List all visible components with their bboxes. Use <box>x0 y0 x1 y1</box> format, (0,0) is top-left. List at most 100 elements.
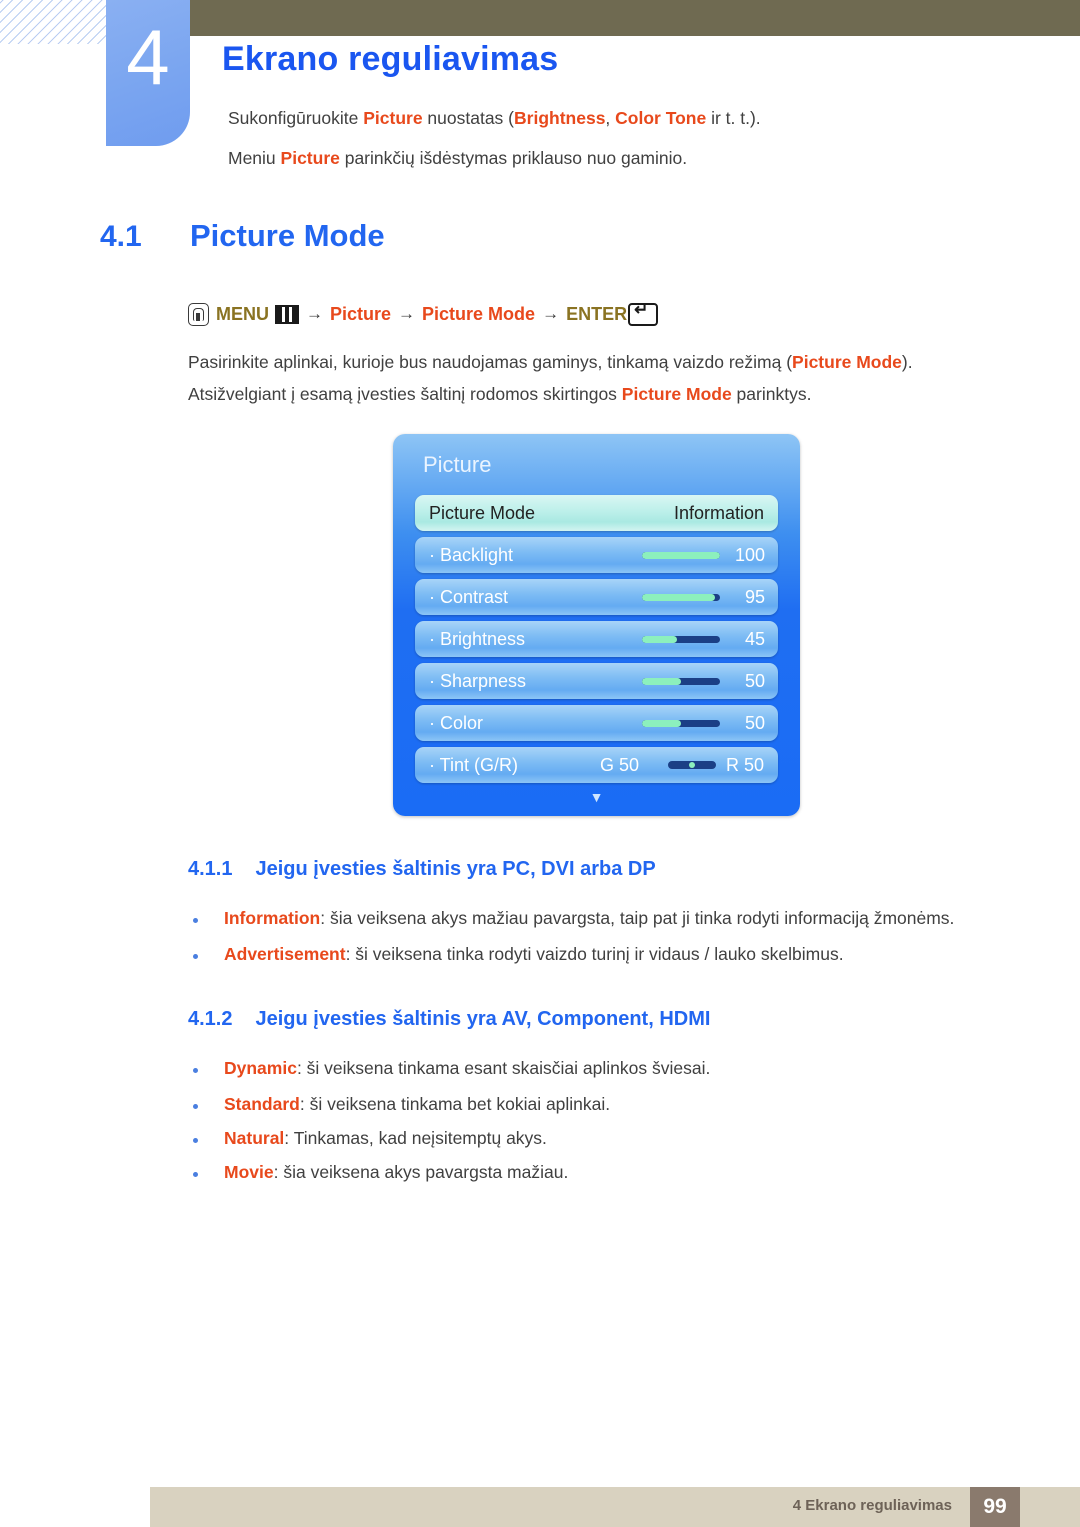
keyword-picture-2: Picture <box>280 148 340 168</box>
osd-slider-value: 100 <box>734 544 765 565</box>
osd-slider-value: 50 <box>744 712 765 733</box>
osd-slider-value: 50 <box>744 670 765 691</box>
chapter-number-tab: 4 <box>106 0 190 146</box>
description-line-2: Atsižvelgiant į esamą įvesties šaltinį r… <box>188 384 811 405</box>
menu-grid-icon <box>275 304 299 324</box>
keyword-color-tone: Color Tone <box>615 108 707 128</box>
list-item: Movie: šia veiksena akys pavargsta mažia… <box>188 1162 568 1183</box>
osd-slider-fill <box>642 719 681 727</box>
osd-slider-fill <box>642 635 678 643</box>
menu-label: MENU <box>216 303 269 324</box>
intro-text-a: Sukonfigūruokite <box>228 108 364 128</box>
osd-row-label: · Color <box>429 712 484 733</box>
osd-row[interactable]: · Brightness 45 <box>415 621 778 657</box>
osd-row-label: Picture Mode <box>429 502 536 523</box>
osd-title: Picture <box>423 452 492 477</box>
osd-menu-panel: Picture Picture Mode Information · Backlig… <box>393 434 800 816</box>
page-title: Ekrano reguliavimas <box>222 40 559 78</box>
osd-row-label: · Brightness <box>429 628 526 649</box>
bullet-term: Advertisement <box>224 944 346 964</box>
osd-row-label: · Sharpness <box>429 670 527 691</box>
osd-row[interactable]: · Sharpness 50 <box>415 663 778 699</box>
bullet-term: Dynamic <box>224 1058 297 1078</box>
chapter-number: 4 <box>126 13 170 101</box>
keyword-brightness: Brightness <box>514 108 606 128</box>
subsection-heading-411: 4.1.1 Jeigu įvesties šaltinis yra PC, DVI… <box>188 858 656 881</box>
intro-text-b: nuostatas ( <box>422 108 515 128</box>
bullet-desc: : ši veiksena tinkama esant skaisčiai ap… <box>296 1058 711 1078</box>
list-item: Information: šia veiksena akys mažiau pa… <box>188 908 954 929</box>
list-item: Advertisement: ši veiksena tinka rodyti … <box>188 944 844 965</box>
osd-slider-fill <box>642 593 715 601</box>
section-title: Picture Mode <box>190 218 385 253</box>
menu-path: MENU → Picture → Picture Mode → ENTER <box>188 300 659 328</box>
osd-slider-track[interactable] <box>642 677 720 685</box>
bullet-term: Standard <box>224 1094 300 1114</box>
subsection-title-411: Jeigu įvesties šaltinis yra PC, DVI arba… <box>255 858 656 880</box>
osd-row-list: Picture Mode Information · Backlight 100 · C… <box>415 495 778 789</box>
list-item: Standard: ši veiksena tinkama bet kokiai… <box>188 1094 610 1115</box>
subsection-number-412: 4.1.2 <box>188 1008 233 1030</box>
enter-label: ENTER <box>566 303 628 324</box>
list-item: Natural: Tinkamas, kad neįsitemptų akys. <box>188 1128 547 1149</box>
arrow-icon-3: → <box>542 304 560 323</box>
osd-row[interactable]: · Color 50 <box>415 705 778 741</box>
desc1-text-b: ). <box>901 352 913 372</box>
osd-row[interactable]: Picture Mode Information <box>415 495 778 531</box>
osd-tint-slider[interactable] <box>668 761 716 769</box>
osd-row-label: · Contrast <box>429 586 509 607</box>
intro-paragraph-2: Meniu Picture parinkčių išdėstymas prikl… <box>228 148 687 169</box>
subsection-title-412: Jeigu įvesties šaltinis yra AV, Componen… <box>255 1008 711 1030</box>
desc2-text-b: parinktys. <box>731 384 812 404</box>
section-number: 4.1 <box>100 220 142 253</box>
enter-key-icon <box>628 300 659 326</box>
arrow-icon-2: → <box>398 304 416 323</box>
bullet-desc: : šia veiksena akys mažiau pavargsta, ta… <box>320 908 955 928</box>
keyword-picture-mode-1: Picture Mode <box>792 352 902 372</box>
osd-row-label: · Tint (G/R) <box>429 754 518 775</box>
bullet-term: Movie <box>224 1162 274 1182</box>
bullet-desc: : šia veiksena akys pavargsta mažiau. <box>273 1162 569 1182</box>
bullet-term: Natural <box>224 1128 285 1148</box>
osd-slider-value: 45 <box>744 628 765 649</box>
subsection-number-411: 4.1.1 <box>188 858 233 880</box>
menu-path-step-picture: Picture <box>330 303 392 324</box>
bullet-desc: : ši veiksena tinka rodyti vaizdo turinį… <box>345 944 844 964</box>
desc1-text-a: Pasirinkite aplinkai, kurioje bus naudoj… <box>188 352 793 372</box>
osd-tint-red-value: R 50 <box>725 754 764 775</box>
keyword-picture: Picture <box>363 108 423 128</box>
desc2-text-a: Atsižvelgiant į esamą įvesties šaltinį r… <box>188 384 622 404</box>
intro-text-c: , <box>605 108 616 128</box>
chevron-down-icon[interactable]: ▼ <box>393 790 800 804</box>
keyword-picture-mode-2: Picture Mode <box>621 384 732 404</box>
osd-slider-track[interactable] <box>642 719 720 727</box>
osd-tint-green-value: G 50 <box>600 754 640 775</box>
bullet-desc: : ši veiksena tinkama bet kokiai aplinka… <box>299 1094 611 1114</box>
footer-label: 4 Ekrano reguliavimas <box>792 1497 952 1514</box>
osd-slider-value: 95 <box>744 586 765 607</box>
intro2-text-a: Meniu <box>228 148 281 168</box>
description-line-1: Pasirinkite aplinkai, kurioje bus naudoj… <box>188 352 913 373</box>
osd-slider-track[interactable] <box>642 551 720 559</box>
bullet-desc: : Tinkamas, kad neįsitemptų akys. <box>284 1128 547 1148</box>
bullet-term: Information <box>224 908 321 928</box>
osd-slider-track[interactable] <box>642 593 720 601</box>
intro-paragraph-1: Sukonfigūruokite Picture nuostatas (Brig… <box>228 108 761 129</box>
osd-row[interactable]: · Tint (G/R) G 50 R 50 <box>415 747 778 783</box>
osd-row[interactable]: · Backlight 100 <box>415 537 778 573</box>
intro-text-d: ir t. t.). <box>706 108 761 128</box>
osd-slider-track[interactable] <box>642 635 720 643</box>
subsection-heading-412: 4.1.2 Jeigu įvesties šaltinis yra AV, Com… <box>188 1008 710 1031</box>
arrow-icon-1: → <box>306 304 323 323</box>
intro2-text-b: parinkčių išdėstymas priklauso nuo gamin… <box>339 148 688 168</box>
press-button-icon <box>188 302 209 326</box>
osd-tint-thumb <box>689 762 695 768</box>
osd-row-label: · Backlight <box>429 544 514 565</box>
list-item: Dynamic: ši veiksena tinkama esant skais… <box>188 1058 710 1079</box>
menu-path-step-picture-mode: Picture Mode <box>422 303 536 324</box>
page-number: 99 <box>970 1487 1020 1527</box>
osd-row[interactable]: · Contrast 95 <box>415 579 778 615</box>
osd-slider-fill <box>642 677 681 685</box>
osd-row-value: Information <box>673 502 764 523</box>
decorative-hatch-pattern <box>0 0 108 44</box>
